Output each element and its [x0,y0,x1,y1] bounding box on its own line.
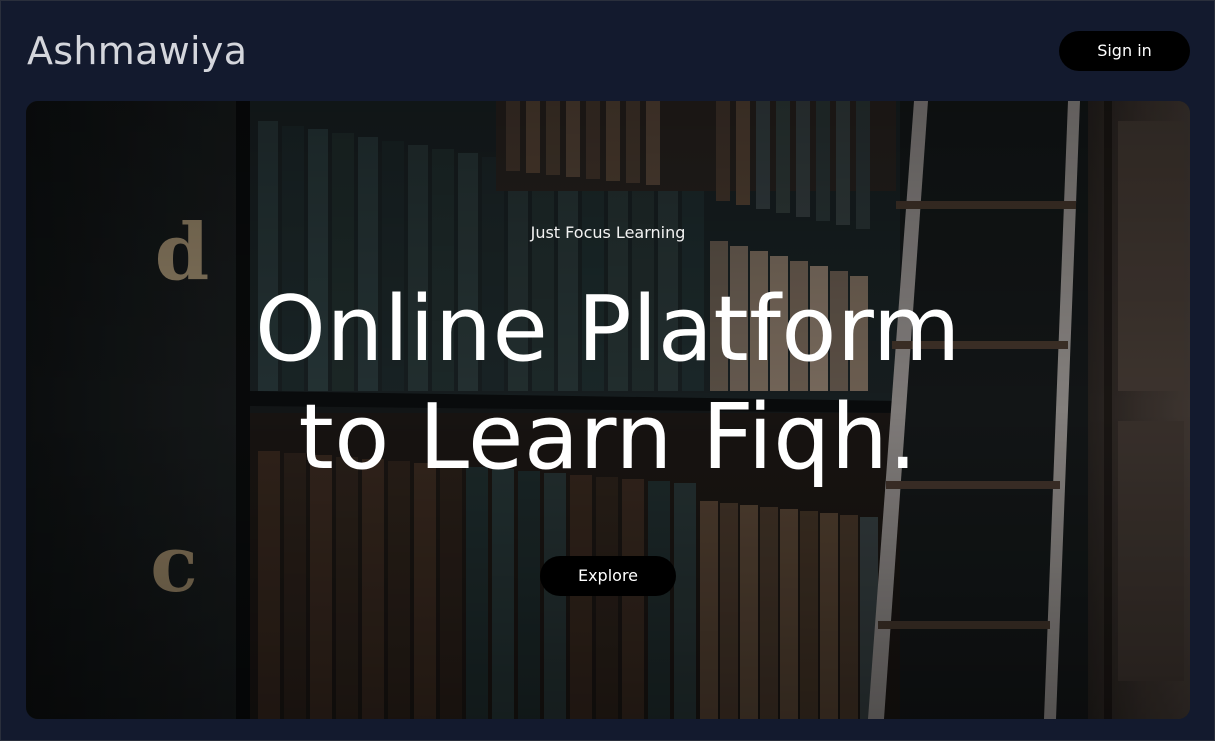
hero-headline: Online Platform to Learn Fiqh. [26,276,1190,492]
hero-headline-line-2: to Learn Fiqh. [298,385,918,490]
hero-banner: d c Just Focus Learning Online Platform … [26,101,1190,719]
hero-headline-line-1: Online Platform [255,277,961,382]
brand-logo[interactable]: Ashmawiya [27,28,247,74]
sign-in-button[interactable]: Sign in [1059,31,1190,71]
explore-button[interactable]: Explore [540,556,676,596]
hero-eyebrow: Just Focus Learning [530,223,686,242]
